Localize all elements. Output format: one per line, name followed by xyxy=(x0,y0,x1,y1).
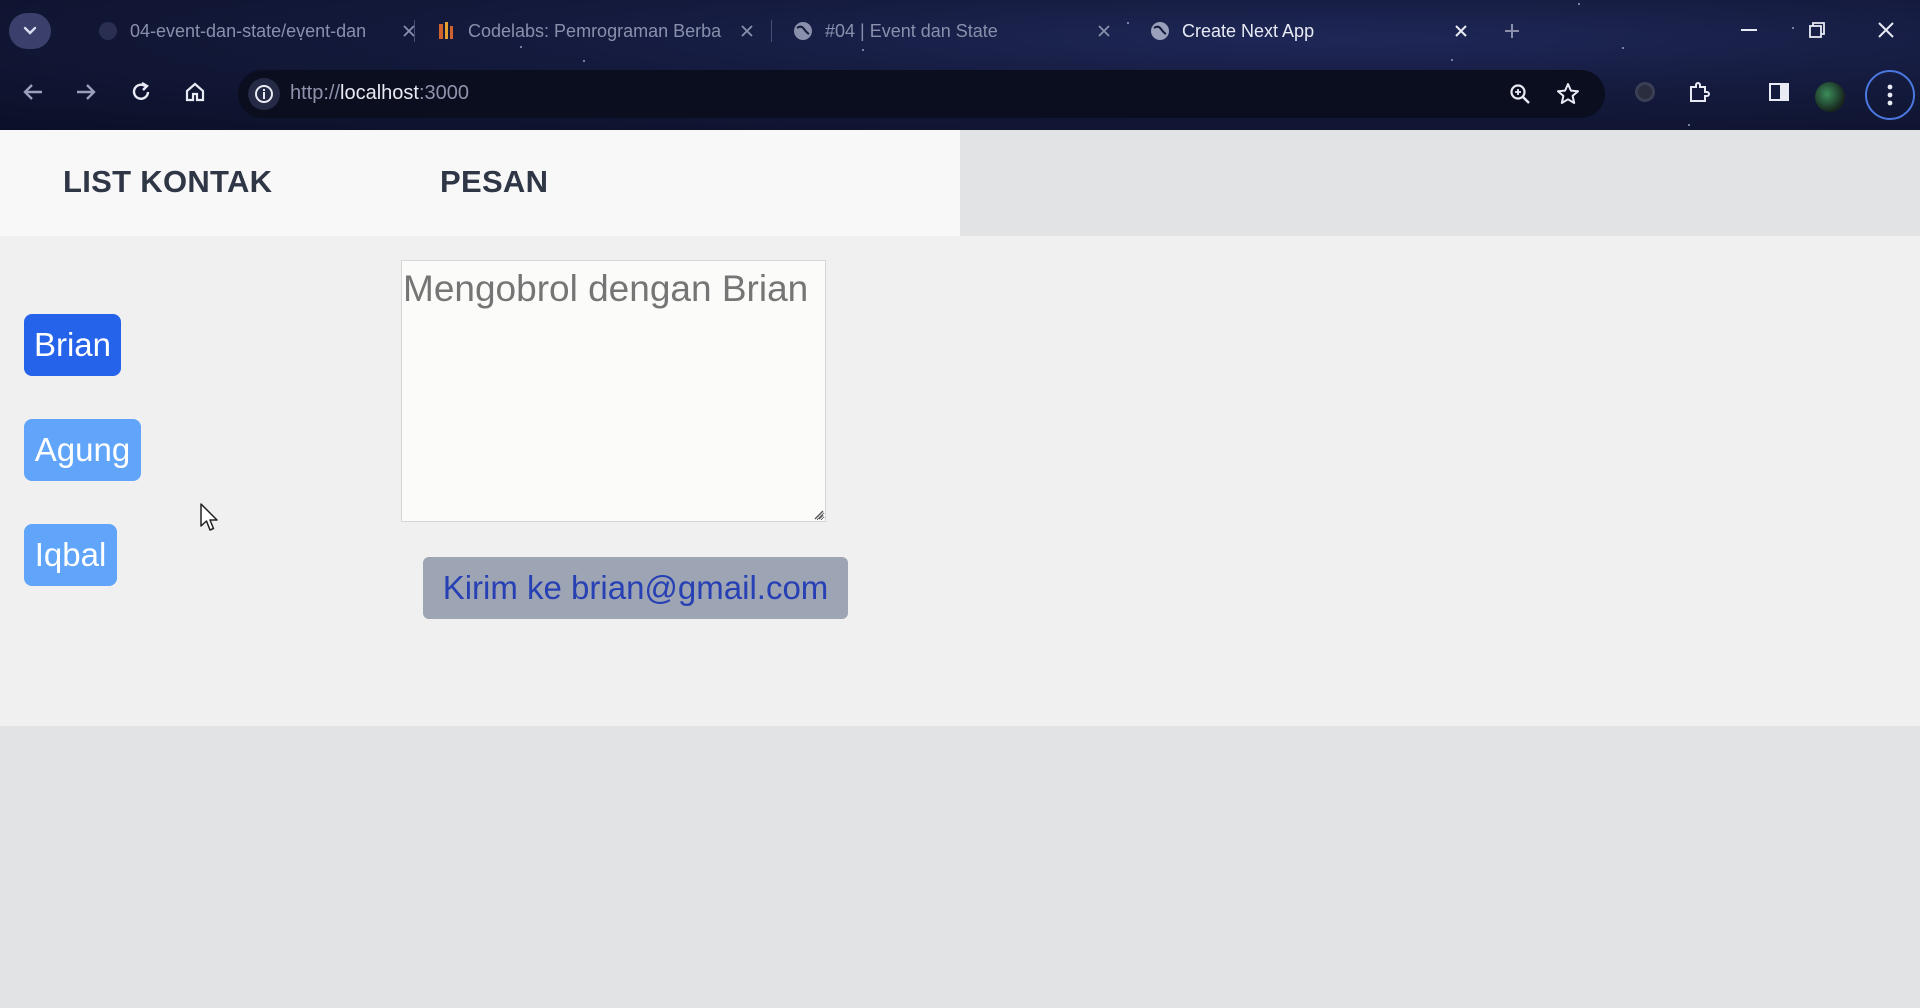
restore-button[interactable] xyxy=(1794,10,1840,50)
tab-title: 04-event-dan-state/event-dan xyxy=(130,20,367,41)
github-icon xyxy=(98,21,118,41)
tab-title: Create Next App xyxy=(1182,20,1315,41)
star-icon xyxy=(1557,83,1579,104)
bookmark-button[interactable] xyxy=(1552,78,1584,110)
contact-button-agung[interactable]: Agung xyxy=(24,419,141,481)
tab-title: Codelabs: Pemrograman Berba xyxy=(468,20,722,41)
reload-icon xyxy=(132,81,150,100)
contact-button-iqbal[interactable]: Iqbal xyxy=(24,524,117,586)
more-vertical-icon xyxy=(1887,84,1893,106)
reload-button[interactable] xyxy=(121,72,161,112)
tab-title: #04 | Event dan State xyxy=(825,20,998,41)
side-panel-button[interactable] xyxy=(1759,72,1799,112)
browser-chrome: 04-event-dan-state/event-dan Codelabs: P… xyxy=(0,0,1920,130)
extension-circle-icon xyxy=(1635,82,1655,102)
close-icon[interactable] xyxy=(1449,19,1473,43)
mouse-cursor-icon xyxy=(200,503,218,531)
restore-icon xyxy=(1809,22,1825,38)
url-text[interactable]: http://localhost:3000 xyxy=(290,82,469,105)
browser-toolbar: http://localhost:3000 xyxy=(0,64,1920,126)
tab-separator xyxy=(414,20,415,42)
close-icon xyxy=(1878,22,1894,38)
url-port: :3000 xyxy=(418,82,470,104)
minimize-button[interactable] xyxy=(1726,10,1772,50)
address-bar[interactable]: http://localhost:3000 xyxy=(238,70,1605,118)
home-icon xyxy=(185,82,205,102)
message-textarea[interactable] xyxy=(401,260,826,522)
tab-event-dan-state[interactable]: #04 | Event dan State xyxy=(777,10,1132,52)
forward-button[interactable] xyxy=(66,72,106,112)
codelabs-icon xyxy=(436,21,456,41)
close-icon[interactable] xyxy=(1092,19,1116,43)
tab-create-next-app[interactable]: Create Next App xyxy=(1134,10,1489,52)
profile-avatar[interactable] xyxy=(1815,82,1845,112)
close-icon[interactable] xyxy=(735,19,759,43)
site-info-button[interactable] xyxy=(248,78,280,110)
resize-grip-icon[interactable] xyxy=(812,508,824,520)
send-button[interactable]: Kirim ke brian@gmail.com xyxy=(423,557,848,619)
extension-button[interactable] xyxy=(1625,72,1665,112)
chevron-down-icon xyxy=(23,26,37,35)
background-star xyxy=(583,60,585,62)
tab-separator xyxy=(771,20,772,42)
close-window-button[interactable] xyxy=(1863,10,1909,50)
forward-arrow-icon xyxy=(77,84,96,100)
app-header: LIST KONTAK PESAN xyxy=(0,130,960,236)
zoom-icon xyxy=(1510,84,1530,104)
info-icon xyxy=(255,85,273,103)
close-icon[interactable] xyxy=(397,19,421,43)
back-button[interactable] xyxy=(13,72,53,112)
minimize-icon xyxy=(1741,29,1757,31)
browser-menu-button[interactable] xyxy=(1865,70,1915,120)
back-arrow-icon xyxy=(23,84,42,100)
message-column-title: PESAN xyxy=(440,164,549,199)
tab-github[interactable]: 04-event-dan-state/event-dan xyxy=(82,10,437,52)
puzzle-icon xyxy=(1690,82,1710,102)
url-scheme: http:// xyxy=(290,82,341,104)
tab-strip: 04-event-dan-state/event-dan Codelabs: P… xyxy=(0,0,1920,60)
side-panel-icon xyxy=(1769,83,1789,101)
new-tab-button[interactable] xyxy=(1498,17,1526,45)
contacts-column-title: LIST KONTAK xyxy=(63,164,273,199)
tab-codelabs[interactable]: Codelabs: Pemrograman Berba xyxy=(420,10,775,52)
contact-button-brian[interactable]: Brian xyxy=(24,314,121,376)
tab-search-button[interactable] xyxy=(9,13,51,49)
zoom-button[interactable] xyxy=(1504,78,1536,110)
chat-panel: Brian Agung Iqbal Kirim ke brian@gmail.c… xyxy=(0,236,1920,726)
url-host: localhost xyxy=(340,82,419,104)
extensions-menu-button[interactable] xyxy=(1679,72,1719,112)
home-button[interactable] xyxy=(175,72,215,112)
page-viewport: LIST KONTAK PESAN Brian Agung Iqbal Kiri… xyxy=(0,130,1920,1008)
globe-icon xyxy=(1150,21,1170,41)
globe-icon xyxy=(793,21,813,41)
plus-icon xyxy=(1505,24,1519,38)
